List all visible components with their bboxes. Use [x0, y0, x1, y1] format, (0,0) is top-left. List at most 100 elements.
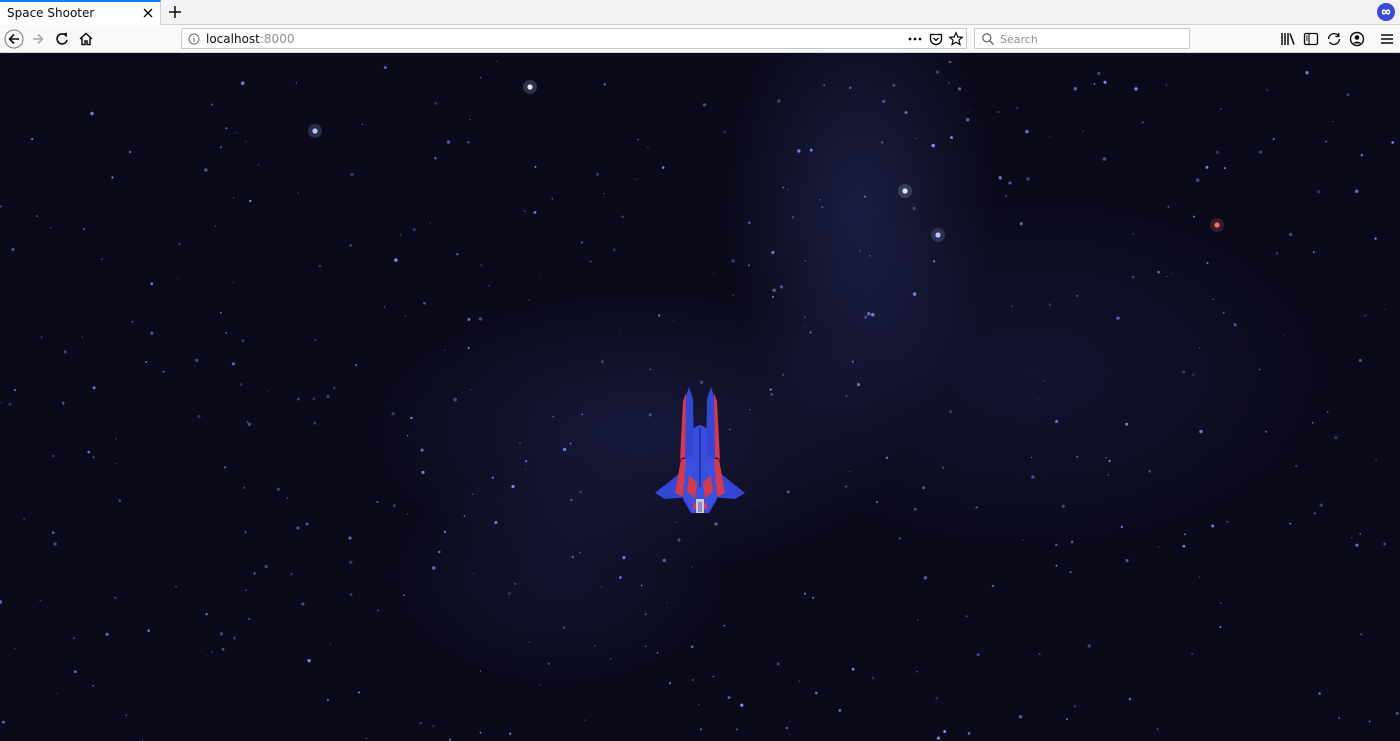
star	[61, 401, 65, 405]
more-dots-icon[interactable]	[907, 31, 923, 47]
star	[950, 136, 953, 140]
sidebar-icon[interactable]	[1302, 30, 1320, 48]
bright-star	[1214, 222, 1220, 228]
bright-star	[527, 84, 533, 90]
arrow-right-icon[interactable]	[28, 29, 48, 49]
star	[444, 349, 446, 351]
reload-icon[interactable]	[52, 29, 72, 49]
game-canvas[interactable]	[0, 53, 1400, 741]
star	[851, 360, 855, 364]
star	[407, 435, 409, 437]
star	[210, 103, 213, 106]
star	[150, 331, 154, 335]
star	[1184, 533, 1186, 536]
star	[231, 362, 236, 366]
star	[747, 264, 750, 267]
info-icon[interactable]	[188, 33, 200, 45]
star	[915, 138, 917, 140]
star	[1326, 411, 1329, 413]
arrow-left-icon[interactable]	[4, 29, 24, 49]
star	[233, 197, 235, 199]
star	[998, 176, 1002, 180]
sync-icon[interactable]	[1325, 30, 1343, 48]
pocket-icon[interactable]	[928, 31, 944, 47]
infinity-icon[interactable]	[1377, 3, 1395, 21]
star	[727, 696, 731, 700]
hamburger-icon[interactable]	[1378, 30, 1396, 48]
star	[326, 698, 329, 701]
star	[219, 632, 224, 636]
star	[622, 556, 626, 560]
star	[856, 383, 861, 387]
star	[595, 172, 600, 176]
star	[649, 368, 652, 371]
star	[253, 572, 256, 575]
star	[241, 339, 245, 342]
account-icon[interactable]	[1348, 30, 1366, 48]
star	[478, 317, 483, 321]
star	[1275, 251, 1279, 255]
star	[1132, 233, 1135, 235]
star	[849, 470, 851, 473]
star	[1031, 475, 1035, 479]
star	[885, 456, 889, 459]
star	[247, 617, 251, 621]
star	[404, 315, 406, 317]
home-icon[interactable]	[76, 29, 96, 49]
tab-title: Space Shooter	[7, 6, 95, 20]
plus-icon[interactable]	[166, 3, 184, 21]
star	[23, 517, 26, 520]
star	[1199, 429, 1203, 434]
star	[87, 450, 91, 454]
star	[819, 199, 821, 201]
star	[162, 370, 165, 373]
star	[349, 560, 353, 565]
tab-space-shooter[interactable]: Space Shooter	[0, 0, 161, 25]
star	[647, 146, 649, 148]
library-icon[interactable]	[1279, 30, 1297, 48]
bright-star	[935, 232, 941, 238]
star	[1082, 130, 1084, 132]
star	[1220, 108, 1222, 110]
star-icon[interactable]	[948, 31, 964, 47]
star	[772, 288, 776, 292]
star	[1004, 194, 1007, 197]
star	[658, 314, 661, 317]
star	[73, 637, 76, 640]
star	[656, 652, 659, 654]
star	[394, 258, 398, 262]
url-bar[interactable]: localhost:8000	[181, 28, 967, 49]
star	[1332, 121, 1334, 123]
star	[1305, 71, 1309, 75]
star	[113, 596, 117, 600]
star	[635, 178, 638, 180]
bright-star	[312, 128, 318, 134]
star	[295, 82, 298, 84]
star	[1211, 524, 1215, 528]
star	[731, 259, 735, 263]
star	[358, 691, 360, 694]
star	[305, 522, 309, 526]
star	[240, 81, 245, 85]
star	[1198, 576, 1200, 578]
star	[748, 221, 751, 225]
star	[782, 373, 785, 376]
star	[1384, 308, 1386, 310]
star	[456, 252, 459, 256]
close-icon[interactable]	[140, 5, 156, 21]
star	[1018, 715, 1023, 719]
star	[851, 667, 855, 671]
search-bar[interactable]: Search	[974, 28, 1190, 49]
star	[723, 131, 726, 134]
star	[859, 250, 861, 252]
star	[49, 226, 52, 229]
star	[621, 215, 624, 219]
star	[221, 647, 225, 651]
star	[1360, 633, 1363, 636]
star	[1172, 273, 1174, 275]
star	[540, 276, 542, 278]
star	[40, 336, 43, 338]
star	[1049, 136, 1051, 138]
star	[1102, 157, 1107, 161]
star	[1360, 153, 1364, 157]
